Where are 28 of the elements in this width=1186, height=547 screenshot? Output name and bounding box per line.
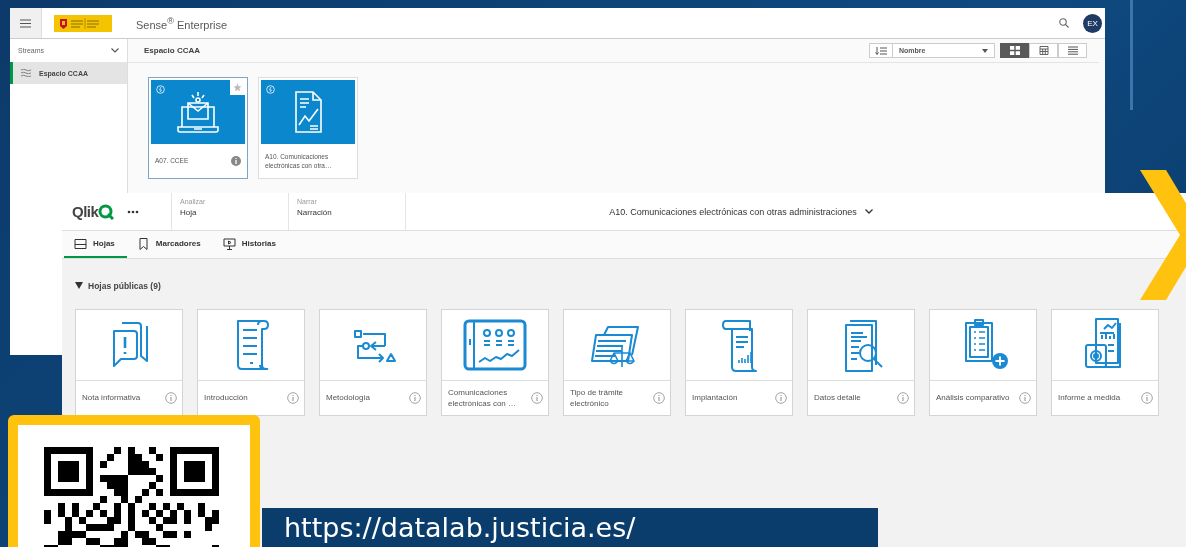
section-toggle[interactable]: Hojas públicas (9) xyxy=(75,280,161,291)
sheet-card[interactable]: Introducción xyxy=(197,309,305,416)
sheet-title: Análisis comparativo xyxy=(936,392,1011,404)
tab[interactable]: Historias xyxy=(212,231,288,258)
sheet-card[interactable]: Informe a medida xyxy=(1051,309,1159,416)
sheet-card[interactable]: Implantación xyxy=(685,309,793,416)
product-title: Sense$^{®}$ Enterprise xyxy=(136,15,228,31)
tab[interactable]: Hojas xyxy=(64,231,127,258)
stream-title: Espacio CCAA xyxy=(144,46,200,55)
sheet-title: Nota informativa xyxy=(82,392,142,404)
app-title: A10. Comunicaciones electrónicas con otras administraciones xyxy=(609,206,857,217)
sheet-card[interactable]: Nota informativa xyxy=(75,309,183,416)
sheet-title: Informe a medida xyxy=(1058,392,1122,404)
user-avatar[interactable]: EX xyxy=(1083,13,1102,33)
sheet-card[interactable]: Comunicaciones electrónicas con … xyxy=(441,309,549,416)
sheet-card[interactable]: Tipo de trámite electrónico xyxy=(563,309,671,416)
sheet-title: Metodología xyxy=(326,392,372,404)
sheet-card[interactable]: Datos detalle xyxy=(807,309,915,416)
sheet-title: Introducción xyxy=(204,392,249,404)
sheet-card[interactable]: Análisis comparativo xyxy=(929,309,1037,416)
sheet-card[interactable]: Metodología xyxy=(319,309,427,416)
qlik-logo: Qlik xyxy=(72,203,99,220)
sheet-title: Comunicaciones electrónicas con … xyxy=(448,386,518,410)
url-text: https://datalab.justicia.es/ xyxy=(284,512,636,543)
sheet-title: Datos detalle xyxy=(814,392,862,404)
sheet-title: Tipo de trámite electrónico xyxy=(570,386,625,410)
tab[interactable]: Marcadores xyxy=(126,231,213,258)
sheet-title: Implantación xyxy=(692,392,739,404)
